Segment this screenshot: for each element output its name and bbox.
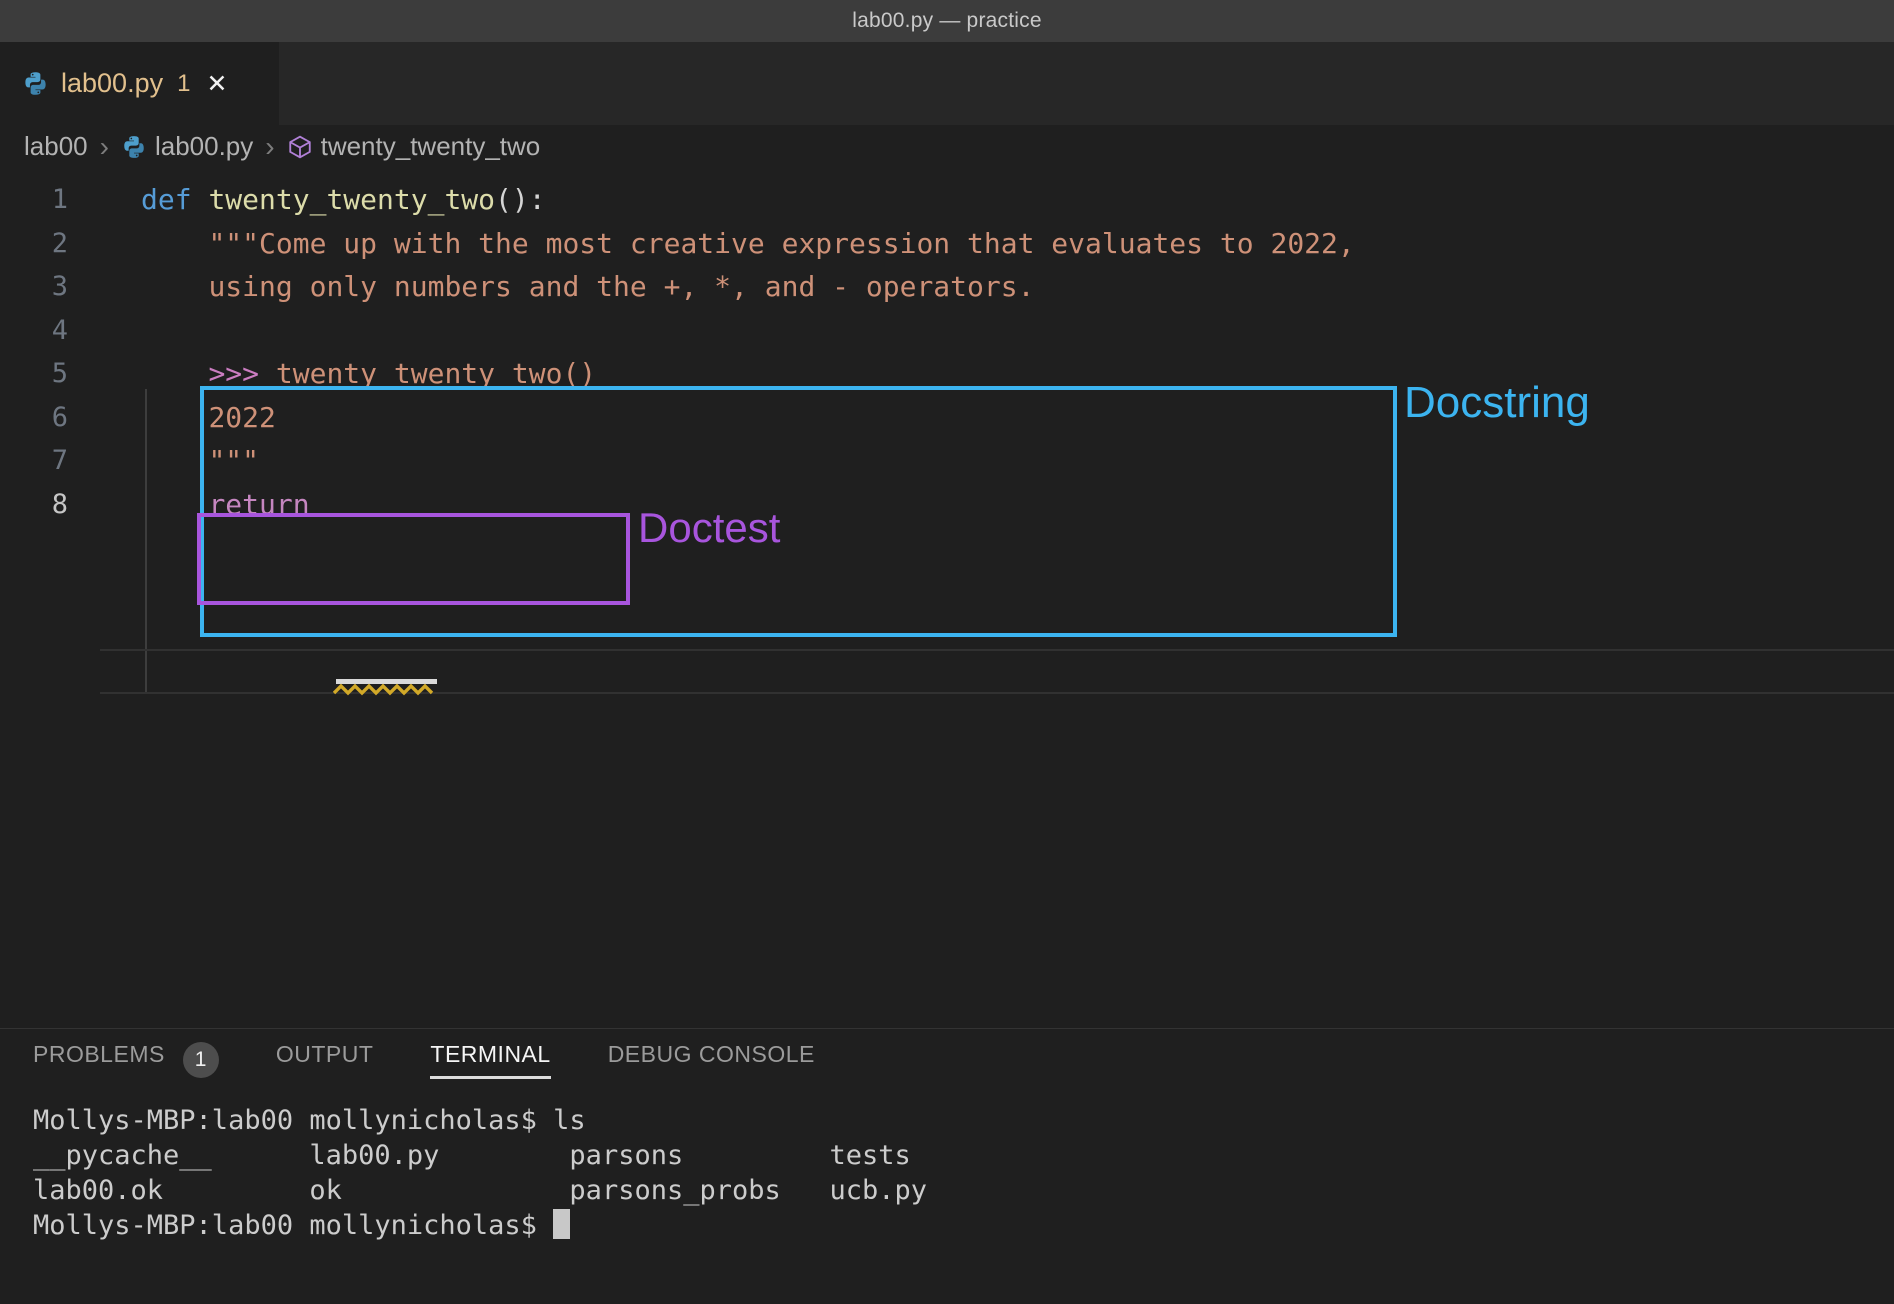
- symbol-cube-icon: [287, 134, 313, 160]
- code-line[interactable]: 2 """Come up with the most creative expr…: [0, 222, 1894, 266]
- code-area: 1def twenty_twenty_two():2 """Come up wi…: [0, 178, 1894, 526]
- panel-tab-terminal[interactable]: TERMINAL: [430, 1029, 550, 1091]
- breadcrumb: lab00 › lab00.py › twenty_twenty_two: [0, 125, 1894, 168]
- line-number: 7: [0, 439, 68, 483]
- terminal-line: __pycache__ lab00.py parsons tests: [33, 1138, 1894, 1173]
- panel-tab-output[interactable]: OUTPUT: [276, 1029, 374, 1091]
- code-line[interactable]: 4: [0, 309, 1894, 353]
- code-text: def twenty_twenty_two():: [141, 178, 546, 222]
- tab-lab00-py[interactable]: lab00.py 1 ✕: [0, 42, 279, 125]
- doctest-annotation-box: [197, 513, 630, 605]
- panel-tab-bar: PROBLEMS 1 OUTPUT TERMINAL DEBUG CONSOLE: [0, 1029, 1894, 1091]
- doctest-annotation-label: Doctest: [638, 504, 780, 552]
- terminal-line: Mollys-MBP:lab00 mollynicholas$ ls: [33, 1103, 1894, 1138]
- panel-tab-label: DEBUG CONSOLE: [608, 1041, 815, 1079]
- code-line[interactable]: 5 >>> twenty_twenty_two(): [0, 352, 1894, 396]
- terminal[interactable]: Mollys-MBP:lab00 mollynicholas$ ls__pyca…: [0, 1091, 1894, 1243]
- terminal-line: Mollys-MBP:lab00 mollynicholas$: [33, 1208, 1894, 1243]
- docstring-annotation-label: Docstring: [1404, 378, 1590, 428]
- panel-tab-label: PROBLEMS: [33, 1041, 165, 1079]
- breadcrumb-folder[interactable]: lab00: [24, 131, 88, 162]
- window-title: lab00.py — practice: [852, 9, 1041, 33]
- terminal-cursor: [553, 1209, 570, 1239]
- terminal-line: lab00.ok ok parsons_probs ucb.py: [33, 1173, 1894, 1208]
- line-number: 8: [0, 483, 68, 527]
- editor-tab-bar: lab00.py 1 ✕: [0, 42, 1894, 125]
- breadcrumb-symbol[interactable]: twenty_twenty_two: [321, 131, 541, 162]
- chevron-right-icon: ›: [265, 131, 274, 163]
- tab-close-icon[interactable]: ✕: [206, 69, 227, 99]
- code-text: """Come up with the most creative expres…: [141, 222, 1355, 266]
- code-line[interactable]: 8 return: [0, 483, 1894, 527]
- tab-problem-count: 1: [177, 70, 190, 98]
- code-text: return: [141, 483, 310, 527]
- code-line[interactable]: 3 using only numbers and the +, *, and -…: [0, 265, 1894, 309]
- line-number: 3: [0, 265, 68, 309]
- indent-guide: [145, 389, 147, 694]
- line-number: 6: [0, 396, 68, 440]
- title-bar: lab00.py — practice: [0, 0, 1894, 42]
- tab-filename: lab00.py: [61, 68, 163, 99]
- line-number: 2: [0, 222, 68, 266]
- python-icon: [121, 134, 147, 160]
- code-text: using only numbers and the +, *, and - o…: [141, 265, 1034, 309]
- code-line[interactable]: 1 def twenty_twenty_two():: [0, 178, 1894, 222]
- python-icon: [22, 70, 49, 97]
- code-line[interactable]: 6 2022: [0, 396, 1894, 440]
- code-text: """: [141, 439, 259, 483]
- line-number: 1: [0, 178, 68, 222]
- panel-tab-problems[interactable]: PROBLEMS 1: [33, 1029, 219, 1091]
- panel-tab-label: OUTPUT: [276, 1041, 374, 1079]
- breadcrumb-file[interactable]: lab00.py: [155, 131, 253, 162]
- line-number: 5: [0, 352, 68, 396]
- panel-tab-debug-console[interactable]: DEBUG CONSOLE: [608, 1029, 815, 1091]
- bottom-panel: PROBLEMS 1 OUTPUT TERMINAL DEBUG CONSOLE Mol…: [0, 1028, 1894, 1304]
- warning-squiggle-icon: [333, 682, 439, 696]
- vscode-window: lab00.py — practice lab00.py 1 ✕ lab00 ›…: [0, 0, 1894, 1304]
- code-text: >>> twenty_twenty_two(): [141, 352, 596, 396]
- chevron-right-icon: ›: [100, 131, 109, 163]
- code-line[interactable]: 7 """: [0, 439, 1894, 483]
- panel-tab-label: TERMINAL: [430, 1041, 550, 1079]
- code-text: 2022: [141, 396, 276, 440]
- problems-count-badge: 1: [183, 1042, 219, 1078]
- line-number: 4: [0, 309, 68, 353]
- code-editor[interactable]: 1def twenty_twenty_two():2 """Come up wi…: [0, 168, 1894, 1028]
